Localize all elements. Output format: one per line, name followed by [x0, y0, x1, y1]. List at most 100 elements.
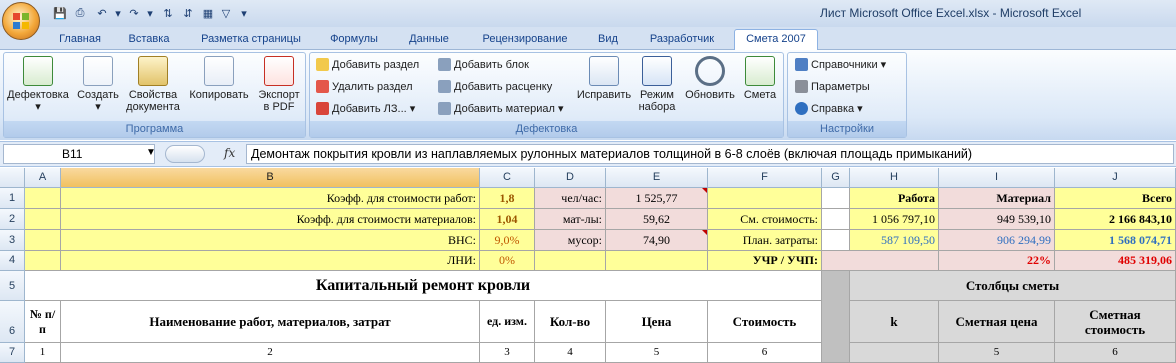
row-header-5[interactable]: 5: [0, 271, 25, 301]
undo-dropdown-icon[interactable]: ▾: [110, 5, 126, 21]
add-section-button[interactable]: Добавить раздел: [316, 58, 419, 71]
cell-g5-g7[interactable]: [822, 271, 850, 363]
tab-smeta-2007[interactable]: Смета 2007: [734, 29, 818, 51]
cell-d1[interactable]: чел/час:: [535, 188, 606, 209]
save-icon[interactable]: 💾: [52, 5, 68, 21]
cell-b1[interactable]: Коэфф. для стоимости работ:: [61, 188, 480, 209]
estimate-button[interactable]: Смета: [740, 56, 780, 101]
tab-data[interactable]: Данные: [402, 31, 456, 50]
cell-d7[interactable]: 4: [535, 343, 606, 363]
cell-e2[interactable]: 59,62: [606, 209, 708, 230]
cell-c7[interactable]: 3: [480, 343, 535, 363]
borders-icon[interactable]: ▦: [200, 5, 216, 21]
cell-a1[interactable]: [25, 188, 61, 209]
tab-developer[interactable]: Разработчик: [640, 31, 724, 50]
column-header-e[interactable]: E: [606, 168, 708, 188]
cell-i3[interactable]: 906 294,99: [939, 230, 1055, 251]
tab-page-layout[interactable]: Разметка страницы: [192, 31, 310, 50]
cell-a3[interactable]: [25, 230, 61, 251]
column-header-h[interactable]: H: [850, 168, 939, 188]
cell-e3[interactable]: 74,90: [606, 230, 708, 251]
cell-e6[interactable]: Цена: [606, 301, 708, 343]
cell-g1[interactable]: [822, 188, 850, 209]
parameters-button[interactable]: Параметры: [795, 80, 870, 93]
column-header-b[interactable]: B: [61, 168, 480, 188]
row-header-1[interactable]: 1: [0, 188, 25, 209]
cell-a4[interactable]: [25, 251, 61, 271]
add-lz-button[interactable]: Добавить ЛЗ... ▾: [316, 102, 415, 115]
cell-g4-h4[interactable]: [822, 251, 939, 271]
cell-i2[interactable]: 949 539,10: [939, 209, 1055, 230]
cell-i4[interactable]: 22%: [939, 251, 1055, 271]
filter-icon[interactable]: ▽: [218, 5, 234, 21]
name-box[interactable]: B11: [3, 144, 155, 164]
cell-e4[interactable]: [606, 251, 708, 271]
cell-a7[interactable]: 1: [25, 343, 61, 363]
office-button[interactable]: [2, 2, 40, 40]
cell-c6[interactable]: ед. изм.: [480, 301, 535, 343]
cell-b7[interactable]: 2: [61, 343, 480, 363]
column-header-a[interactable]: A: [25, 168, 61, 188]
cell-h7[interactable]: [850, 343, 939, 363]
tab-review[interactable]: Рецензирование: [474, 31, 576, 50]
create-button[interactable]: Создать ▾: [74, 56, 122, 113]
column-header-c[interactable]: C: [480, 168, 535, 188]
add-rate-button[interactable]: Добавить расценку: [438, 80, 552, 93]
row-header-7[interactable]: 7: [0, 343, 25, 363]
select-all-corner[interactable]: [0, 168, 25, 188]
export-pdf-button[interactable]: Экспорт в PDF: [254, 56, 304, 113]
help-button[interactable]: Справка ▾: [795, 102, 863, 115]
cell-h6[interactable]: k: [850, 301, 939, 343]
column-header-i[interactable]: I: [939, 168, 1055, 188]
cell-a5-f5-title[interactable]: Капитальный ремонт кровли: [25, 271, 822, 301]
cell-j1[interactable]: Всего: [1055, 188, 1176, 209]
input-mode-button[interactable]: Режим набора: [634, 56, 680, 113]
cell-c1[interactable]: 1,8: [480, 188, 535, 209]
formula-bar-handle[interactable]: [165, 145, 205, 163]
cell-e7[interactable]: 5: [606, 343, 708, 363]
print-icon[interactable]: ⎙: [72, 5, 88, 21]
cell-f2[interactable]: См. стоимость:: [708, 209, 822, 230]
cell-d6[interactable]: Кол-во: [535, 301, 606, 343]
references-button[interactable]: Справочники ▾: [795, 58, 886, 71]
row-header-2[interactable]: 2: [0, 209, 25, 230]
cell-c4[interactable]: 0%: [480, 251, 535, 271]
customize-toolbar-icon[interactable]: ▾: [236, 5, 252, 21]
cell-h5-j5-estimate-columns[interactable]: Столбцы сметы: [850, 271, 1176, 301]
document-properties-button[interactable]: Свойства документа: [124, 56, 182, 113]
formula-input[interactable]: Демонтаж покрытия кровли из наплавляемых…: [246, 144, 1174, 164]
column-header-f[interactable]: F: [708, 168, 822, 188]
cell-c3[interactable]: 9,0%: [480, 230, 535, 251]
redo-dropdown-icon[interactable]: ▾: [142, 5, 158, 21]
refresh-button[interactable]: Обновить: [680, 56, 740, 101]
redo-icon[interactable]: ↷: [126, 5, 142, 21]
column-header-g[interactable]: G: [822, 168, 850, 188]
fix-button[interactable]: Исправить: [574, 56, 634, 101]
cell-h2[interactable]: 1 056 797,10: [850, 209, 939, 230]
delete-section-button[interactable]: Удалить раздел: [316, 80, 413, 93]
cell-i1[interactable]: Материал: [939, 188, 1055, 209]
cell-c2[interactable]: 1,04: [480, 209, 535, 230]
cell-j3[interactable]: 1 568 074,71: [1055, 230, 1176, 251]
cell-j4[interactable]: 485 319,06: [1055, 251, 1176, 271]
column-header-d[interactable]: D: [535, 168, 606, 188]
cell-f7[interactable]: 6: [708, 343, 822, 363]
sort-ascending-icon[interactable]: ⇅: [160, 5, 176, 21]
cell-i6[interactable]: Сметная цена: [939, 301, 1055, 343]
cell-d4[interactable]: [535, 251, 606, 271]
row-header-3[interactable]: 3: [0, 230, 25, 251]
sort-descending-icon[interactable]: ⇵: [180, 5, 196, 21]
cell-j7[interactable]: 6: [1055, 343, 1176, 363]
cell-a2[interactable]: [25, 209, 61, 230]
cell-b2[interactable]: Коэфф. для стоимости материалов:: [61, 209, 480, 230]
cell-a6[interactable]: № п/п: [25, 301, 61, 343]
row-header-4[interactable]: 4: [0, 251, 25, 271]
defektovka-button[interactable]: Дефектовка ▾: [6, 56, 70, 113]
undo-icon[interactable]: ↶: [94, 5, 110, 21]
cell-d3[interactable]: мусор:: [535, 230, 606, 251]
add-material-button[interactable]: Добавить материал ▾: [438, 102, 563, 115]
cell-j2[interactable]: 2 166 843,10: [1055, 209, 1176, 230]
tab-view[interactable]: Вид: [592, 31, 624, 50]
insert-function-icon[interactable]: fx: [224, 146, 235, 160]
cell-b6[interactable]: Наименование работ, материалов, затрат: [61, 301, 480, 343]
